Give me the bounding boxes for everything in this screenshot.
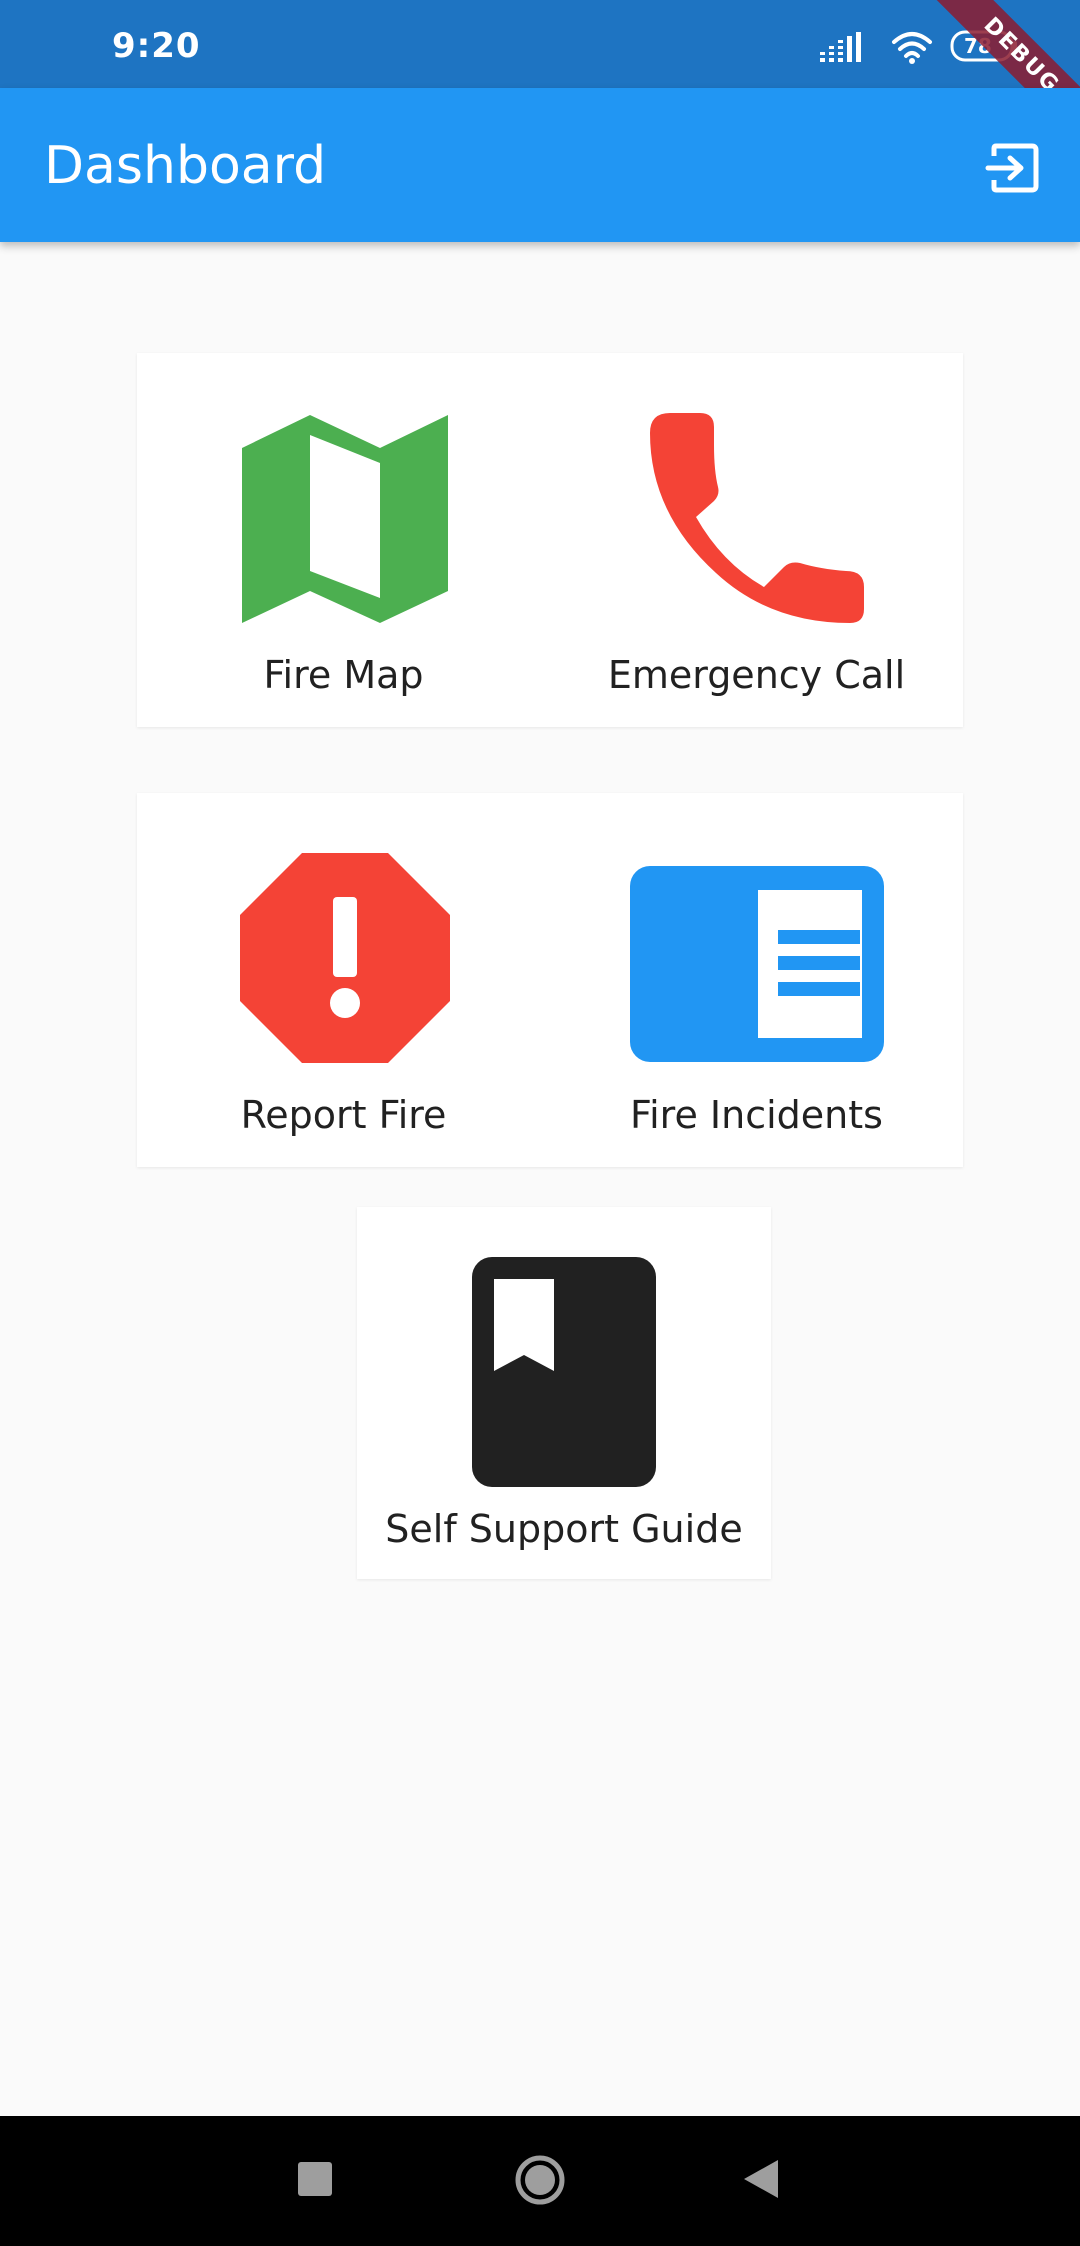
fire-incidents-tile[interactable]: Fire Incidents	[550, 793, 963, 1167]
tile-label: Emergency Call	[607, 653, 906, 697]
tile-label: Report Fire	[240, 1093, 447, 1137]
book-icon	[472, 1257, 656, 1487]
system-nav-bar	[0, 2116, 1080, 2246]
dashboard-card-row-1: Fire Map Emergency Call	[137, 353, 963, 727]
recents-icon[interactable]	[297, 2161, 333, 2197]
app-bar: Dashboard	[0, 88, 1080, 242]
dashboard-card-row-3: Self Support Guide	[357, 1207, 771, 1579]
status-time: 9:20	[112, 26, 201, 66]
wifi-icon	[892, 32, 932, 64]
page-title: Dashboard	[44, 136, 327, 196]
home-icon[interactable]	[514, 2154, 566, 2206]
signal-icon	[820, 32, 861, 62]
emergency-call-tile[interactable]: Emergency Call	[550, 353, 963, 727]
report-fire-tile[interactable]: Report Fire	[137, 793, 550, 1167]
back-icon[interactable]	[744, 2160, 778, 2198]
dashboard-card-row-2: Report Fire Fire Incidents	[137, 793, 963, 1167]
tile-label: Self Support Guide	[385, 1507, 743, 1551]
fire-map-tile[interactable]: Fire Map	[137, 353, 550, 727]
tile-label: Fire Incidents	[630, 1093, 883, 1137]
phone-icon	[650, 413, 864, 623]
logout-button[interactable]	[984, 138, 1044, 198]
article-icon	[630, 866, 884, 1062]
report-icon	[240, 853, 450, 1063]
logout-icon	[985, 143, 1039, 193]
self-support-guide-tile[interactable]: Self Support Guide	[357, 1207, 771, 1579]
tile-label: Fire Map	[263, 653, 424, 697]
map-icon	[242, 415, 448, 623]
status-bar: 9:20 78 DEBUG	[0, 0, 1080, 152]
